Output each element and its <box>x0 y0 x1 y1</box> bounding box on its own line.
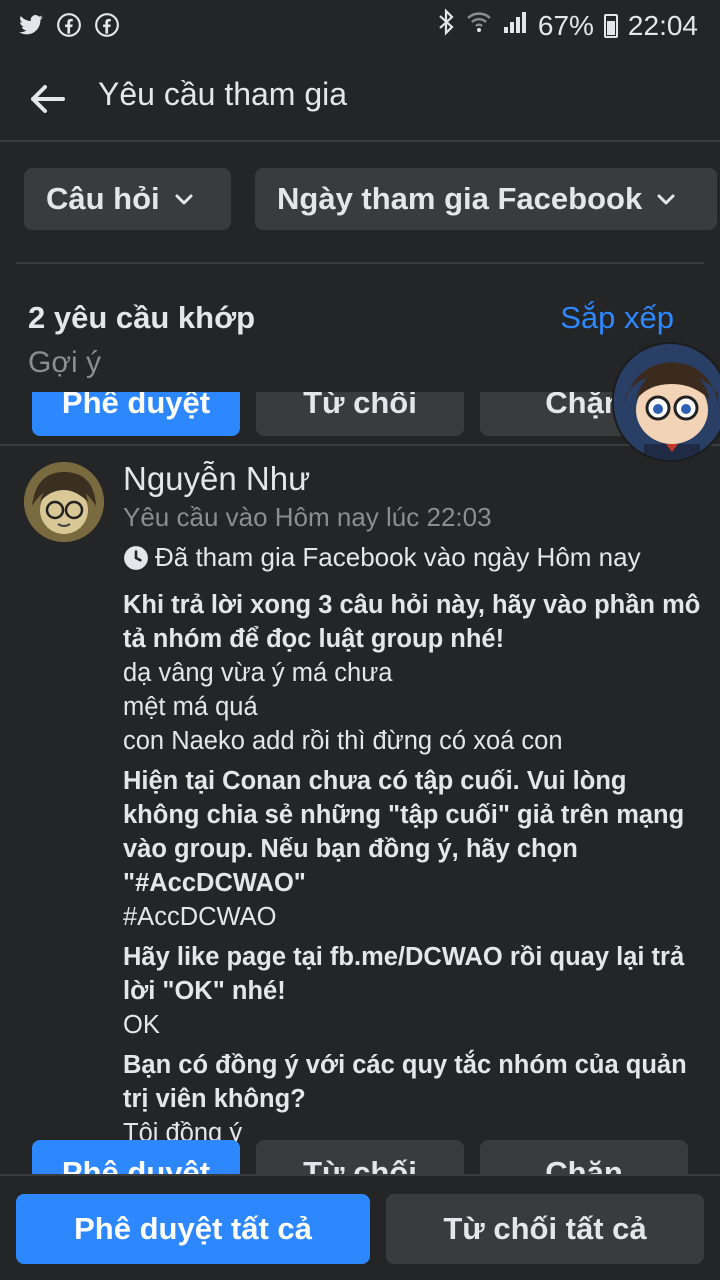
back-button[interactable] <box>24 76 70 122</box>
qa-block: Bạn có đồng ý với các quy tắc nhóm của q… <box>123 1048 703 1150</box>
bluetooth-icon <box>436 8 456 43</box>
answer: mệt má quá <box>123 693 258 721</box>
battery-icon <box>603 13 618 38</box>
decline-all-button[interactable]: Từ chối tất cả <box>386 1194 704 1264</box>
question: Hãy like page tại fb.me/DCWAO rồi quay l… <box>123 943 685 1005</box>
twitter-icon <box>18 12 44 38</box>
join-info: Đã tham gia Facebook vào ngày Hôm nay <box>123 542 641 573</box>
bulk-actions-bar: Phê duyệt tất cả Từ chối tất cả <box>0 1174 720 1280</box>
question: Khi trả lời xong 3 câu hỏi này, hãy vào … <box>123 591 701 653</box>
page-title: Yêu cầu tham gia <box>98 76 348 112</box>
facebook-icon <box>94 12 120 38</box>
divider <box>0 444 720 446</box>
qa-block: Hiện tại Conan chưa có tập cuối. Vui lòn… <box>123 764 703 934</box>
approve-button[interactable]: Phê duyệt <box>32 392 240 436</box>
facebook-icon <box>56 12 82 38</box>
answer: con Naeko add rồi thì đừng có xoá con <box>123 727 563 755</box>
signal-icon <box>502 9 528 42</box>
approve-all-button[interactable]: Phê duyệt tất cả <box>16 1194 370 1264</box>
approve-button[interactable]: Phê duyệt <box>32 1140 240 1174</box>
avatar[interactable] <box>24 462 104 542</box>
block-button[interactable]: Chặn <box>480 1140 688 1174</box>
match-count: 2 yêu cầu khớp <box>28 300 256 335</box>
clock-icon <box>124 545 148 570</box>
filter-questions-chip[interactable]: Câu hỏi <box>24 168 231 230</box>
suggest-label: Gợi ý <box>28 346 102 379</box>
filter-join-date-chip[interactable]: Ngày tham gia Facebook <box>255 168 717 230</box>
qa-block: Hãy like page tại fb.me/DCWAO rồi quay l… <box>123 940 703 1042</box>
system-indicators: 67% 22:04 <box>436 8 698 43</box>
question-answers: Khi trả lời xong 3 câu hỏi này, hãy vào … <box>123 588 703 1156</box>
wifi-icon <box>466 9 492 42</box>
filter-join-date-label: Ngày tham gia Facebook <box>277 181 643 216</box>
status-bar: 67% 22:04 <box>0 0 720 52</box>
filter-questions-label: Câu hỏi <box>46 181 160 216</box>
request-time: Yêu cầu vào Hôm nay lúc 22:03 <box>123 502 492 532</box>
sort-link[interactable]: Sắp xếp <box>560 300 674 336</box>
answer: dạ vâng vừa ý má chưa <box>123 659 393 687</box>
chat-head-avatar[interactable] <box>612 342 720 462</box>
app-header: Yêu cầu tham gia <box>0 52 720 142</box>
battery-percent: 67% <box>537 9 594 41</box>
chevron-down-icon <box>175 194 193 205</box>
request-actions: Phê duyệt Từ chối Chặn <box>0 1140 720 1174</box>
decline-button[interactable]: Từ chối <box>256 392 464 436</box>
question: Bạn có đồng ý với các quy tắc nhóm của q… <box>123 1051 687 1113</box>
arrow-left-icon <box>31 85 65 113</box>
answer: #AccDCWAO <box>123 903 277 931</box>
divider <box>16 262 704 264</box>
requester-name[interactable]: Nguyễn Như <box>123 460 310 498</box>
join-info-text: Đã tham gia Facebook vào ngày Hôm nay <box>155 542 641 572</box>
answer: OK <box>123 1011 160 1039</box>
question: Hiện tại Conan chưa có tập cuối. Vui lòn… <box>123 767 685 897</box>
qa-block: Khi trả lời xong 3 câu hỏi này, hãy vào … <box>123 588 703 758</box>
decline-button[interactable]: Từ chối <box>256 1140 464 1174</box>
chevron-down-icon <box>657 194 675 205</box>
notification-icons <box>18 12 120 38</box>
clock: 22:04 <box>627 9 698 41</box>
